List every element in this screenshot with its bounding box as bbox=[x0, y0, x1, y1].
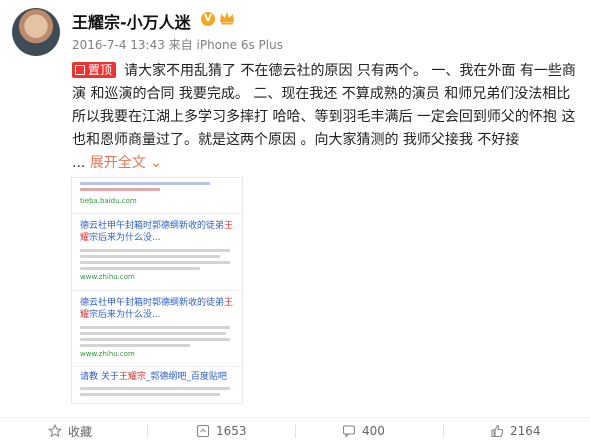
divider bbox=[72, 366, 242, 367]
expand-link[interactable]: 展开全文 ⌄ bbox=[90, 155, 162, 171]
repost-icon bbox=[196, 424, 210, 438]
like-count: 2164 bbox=[510, 424, 541, 438]
comment-icon bbox=[342, 425, 356, 438]
post-image[interactable]: tieba.baidu.com 德云社甲午封箱时郭德纲新收的徒弟王耀宗后来为什么… bbox=[72, 178, 242, 403]
divider bbox=[72, 290, 242, 291]
search-result: 请教 关于王耀宗_郭德纲吧_百度贴吧 bbox=[80, 371, 236, 396]
result-url: tieba.baidu.com bbox=[80, 197, 137, 205]
star-icon bbox=[48, 424, 62, 438]
post-content: 置顶 请大家不用乱猜了 不在德云社的原因 只有两个。 一、我在外面 有一些商演 和… bbox=[72, 60, 578, 175]
pinned-label: 置顶 bbox=[88, 63, 113, 77]
comment-button[interactable]: 400 bbox=[342, 418, 385, 444]
result-url: www.zhihu.com bbox=[80, 273, 135, 281]
repost-count: 1653 bbox=[216, 424, 247, 438]
favorite-label: 收藏 bbox=[68, 424, 93, 439]
like-button[interactable]: 2164 bbox=[490, 418, 541, 444]
divider bbox=[443, 424, 444, 438]
favorite-button[interactable]: 收藏 bbox=[48, 418, 92, 444]
post-text: 请大家不用乱猜了 不在德云社的原因 只有两个。 一、我在外面 有一些商演 和巡演… bbox=[72, 63, 576, 148]
ellipsis: ... bbox=[72, 155, 86, 171]
comment-count: 400 bbox=[362, 424, 385, 438]
avatar[interactable] bbox=[12, 8, 60, 56]
action-bar: 收藏 1653 400 2164 bbox=[0, 417, 590, 444]
result-title: 德云社甲午封箱时郭德纲新收的徒弟王耀宗后来为什么没... bbox=[80, 298, 234, 320]
repost-button[interactable]: 1653 bbox=[196, 418, 247, 444]
pinned-badge: 置顶 bbox=[72, 62, 117, 78]
username[interactable]: 王耀宗-小万人迷 bbox=[72, 9, 191, 33]
chevron-down-icon: ⌄ bbox=[150, 155, 162, 171]
verified-icon: V bbox=[201, 12, 215, 26]
crown-icon bbox=[220, 12, 234, 25]
post-meta: 2016-7-4 13:43 来自 iPhone 6s Plus bbox=[72, 38, 283, 52]
divider bbox=[295, 424, 296, 438]
search-result: 德云社甲午封箱时郭德纲新收的徒弟王耀宗后来为什么没... www.zhihu.c… bbox=[80, 297, 236, 358]
result-title: 德云社甲午封箱时郭德纲新收的徒弟王耀宗后来为什么没... bbox=[80, 221, 234, 243]
result-title: 请教 关于王耀宗_郭德纲吧_百度贴吧 bbox=[80, 372, 227, 382]
divider bbox=[147, 424, 148, 438]
thumbs-up-icon bbox=[491, 424, 504, 438]
pin-icon bbox=[75, 65, 85, 75]
search-result: 德云社甲午封箱时郭德纲新收的徒弟王耀宗后来为什么没... www.zhihu.c… bbox=[80, 220, 236, 281]
divider bbox=[72, 213, 242, 214]
post-header: 王耀宗-小万人迷 V 2016-7-4 13:43 来自 iPhone 6s P… bbox=[0, 0, 590, 60]
search-result-partial: tieba.baidu.com bbox=[80, 180, 236, 205]
expand-label: 展开全文 bbox=[89, 155, 146, 171]
result-url: www.zhihu.com bbox=[80, 350, 135, 358]
